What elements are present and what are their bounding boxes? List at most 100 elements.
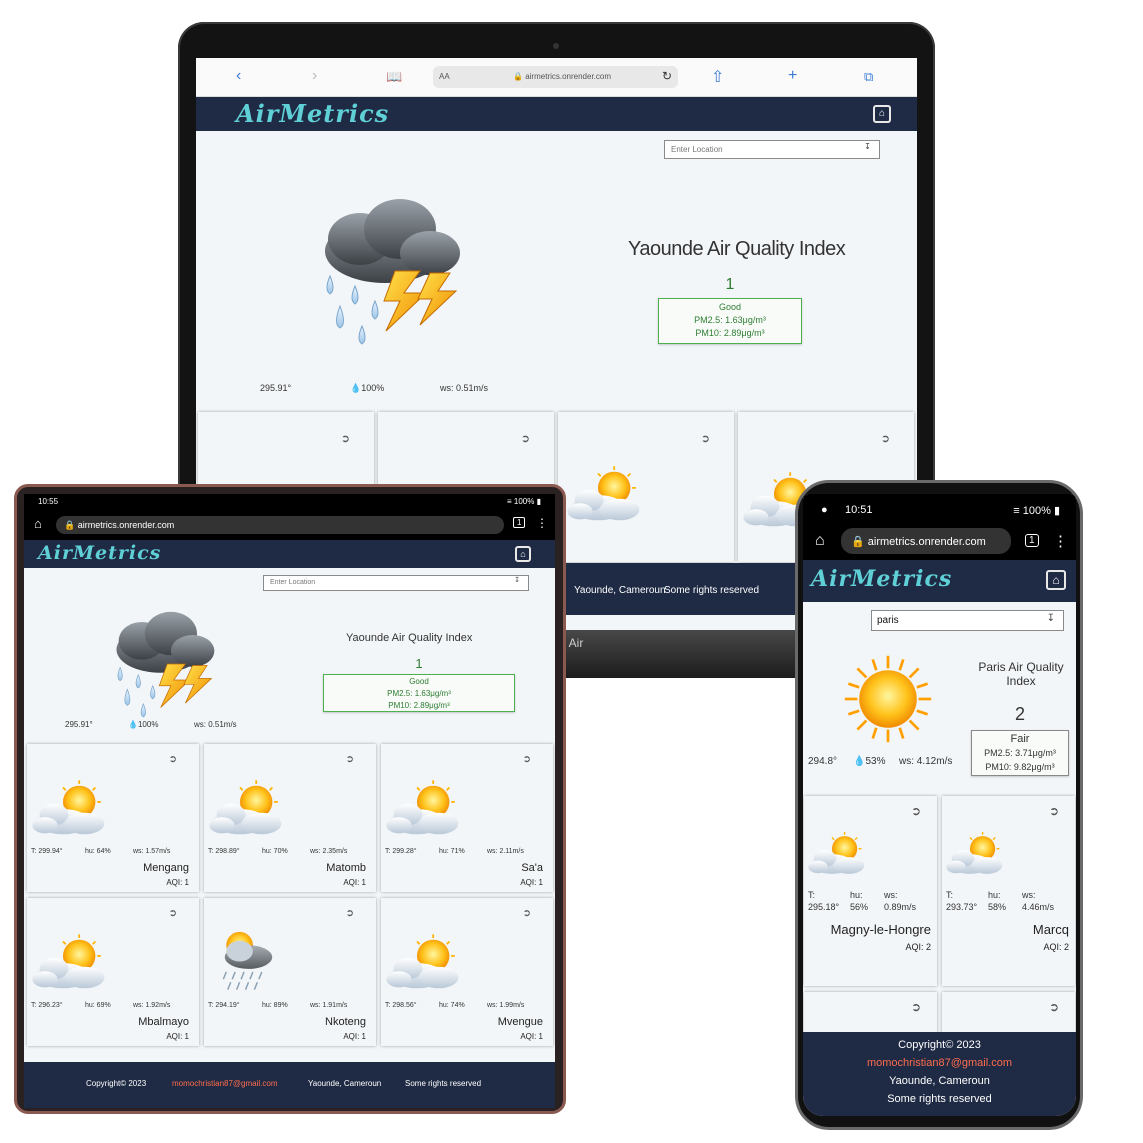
home-icon[interactable]: ⌂ [34, 516, 42, 531]
phone-url-field[interactable]: 🔒 airmetrics.onrender.com [841, 528, 1011, 554]
laptop-url-field[interactable]: AA 🔒 airmetrics.onrender.com ↻ [433, 66, 678, 88]
chevron-right-icon[interactable]: › [312, 67, 317, 85]
location-input[interactable]: Enter Location ↧ [664, 140, 880, 159]
chevron-left-icon[interactable]: ‹ [236, 67, 241, 85]
book-icon[interactable]: 📖 [386, 69, 402, 85]
city-card[interactable]: ➲ T: hu: ws: 295.18° 56% 0.89m/s Magny-l… [804, 796, 937, 986]
home-icon[interactable]: ⌂ [873, 105, 891, 123]
city-card[interactable]: ➲ T: 296.23° hu: 69% ws: 1.92m/s Mbalmay… [27, 898, 199, 1046]
card-aqi: AQI: 2 [905, 942, 931, 952]
phone-status-bar: ● 10:51 ≡ 100% ▮ [803, 494, 1076, 524]
laptop-navbar: AirMetrics ⌂ [196, 97, 917, 131]
partly-cloudy-icon [27, 932, 117, 996]
pm25-value: PM2.5: 3.71μg/m³ [984, 748, 1056, 758]
arrow-circle-icon[interactable]: ➲ [169, 754, 177, 765]
footer-location: Yaounde, Cameroun [308, 1079, 382, 1088]
home-icon[interactable]: ⌂ [815, 532, 825, 550]
tablet-url-field[interactable]: 🔒 airmetrics.onrender.com [56, 516, 504, 534]
arrow-circle-icon[interactable]: ➲ [346, 754, 354, 765]
card-temperature: T: 299.94° [31, 848, 63, 855]
status-battery: ≡ 100% ▮ [1013, 505, 1060, 517]
phone-browser-bar: ⌂ 🔒 airmetrics.onrender.com 1 ⋮ [803, 524, 1076, 560]
more-menu-icon[interactable]: ⋮ [1053, 532, 1068, 550]
location-dropdown-icon[interactable]: ↧ [1047, 613, 1055, 624]
partly-cloudy-icon [804, 830, 874, 880]
card-wind-speed: ws: 1.92m/s [133, 1002, 171, 1009]
city-card[interactable]: ➲ [558, 412, 734, 562]
aqi-label: Good [409, 677, 429, 686]
tablet-status-bar: 10:55 ≡ 100% ▮ [24, 494, 555, 510]
location-placeholder: Enter Location [270, 579, 316, 586]
arrow-circle-icon[interactable]: ➲ [341, 432, 350, 445]
card-temperature: T: 294.19° [208, 1002, 240, 1009]
city-card[interactable]: ➲ T: 299.94° hu: 64% ws: 1.57m/s Mengang… [27, 744, 199, 892]
arrow-circle-icon[interactable]: ➲ [169, 908, 177, 919]
footer-rights: Some rights reserved [405, 1079, 482, 1088]
location-input[interactable]: paris ↧ [871, 610, 1064, 631]
card-wind-speed: ws: 2.11m/s [487, 848, 524, 855]
more-menu-icon[interactable]: ⋮ [536, 516, 548, 530]
app-logo[interactable]: AirMetrics [38, 542, 161, 564]
url-text: 🔒 airmetrics.onrender.com [851, 536, 986, 548]
card-wind-speed: ws: 1.99m/s [487, 1002, 525, 1009]
tabs-icon[interactable]: ⧉ [864, 69, 873, 85]
share-icon[interactable]: ⇧ [711, 67, 724, 87]
footer-email-link[interactable]: momochristian87@gmail.com [172, 1079, 278, 1088]
plus-icon[interactable]: + [788, 67, 797, 85]
location-dropdown-icon[interactable]: ↧ [864, 142, 871, 151]
city-card[interactable]: ➲ T: 294.19° hu: 89% ws: 1.91m/s Nkoteng… [204, 898, 376, 1046]
wind-speed-value: ws: 0.51m/s [440, 383, 489, 393]
arrow-circle-icon[interactable]: ➲ [521, 432, 530, 445]
phone-screen: ● 10:51 ≡ 100% ▮ ⌂ 🔒 airmetrics.onrender… [803, 494, 1076, 1116]
droplet-icon: 💧 [853, 756, 866, 767]
arrow-circle-icon[interactable]: ➲ [523, 754, 531, 765]
partly-cloudy-icon [942, 830, 1012, 880]
arrow-circle-icon[interactable]: ➲ [1049, 804, 1059, 818]
tabs-count-button[interactable]: 1 [1025, 534, 1039, 547]
city-card[interactable]: ➲ T: 298.89° hu: 70% ws: 2.35m/s Matomb … [204, 744, 376, 892]
url-text: 🔒 airmetrics.onrender.com [64, 520, 175, 530]
card-aqi: AQI: 1 [166, 878, 189, 887]
app-logo[interactable]: AirMetrics [811, 566, 952, 592]
wind-speed-value: ws: 0.51m/s [194, 720, 237, 729]
arrow-circle-icon[interactable]: ➲ [1049, 1000, 1059, 1014]
tablet-screen: 10:55 ≡ 100% ▮ ⌂ 🔒 airmetrics.onrender.c… [24, 494, 555, 1108]
humidity-stat: 💧100% [350, 383, 385, 393]
card-wind-label: ws: [884, 890, 898, 900]
city-card[interactable]: ➲ T: 299.28° hu: 71% ws: 2.11m/s Sa'a AQ… [381, 744, 553, 892]
aqi-value: 1 [415, 656, 423, 671]
arrow-circle-icon[interactable]: ➲ [911, 804, 921, 818]
aqi-value: 1 [725, 276, 735, 293]
home-icon[interactable]: ⌂ [1046, 570, 1066, 590]
location-dropdown-icon[interactable]: ↧ [514, 576, 520, 584]
card-aqi: AQI: 1 [520, 1032, 543, 1041]
card-humidity-label: hu: [988, 890, 1001, 900]
aqi-label: Fair [1010, 733, 1030, 745]
footer-email-link[interactable]: momochristian87@gmail.com [803, 1054, 1076, 1072]
arrow-circle-icon[interactable]: ➲ [523, 908, 531, 919]
arrow-circle-icon[interactable]: ➲ [911, 1000, 921, 1014]
arrow-circle-icon[interactable]: ➲ [881, 432, 890, 445]
arrow-circle-icon[interactable]: ➲ [346, 908, 354, 919]
city-card[interactable]: ➲ T: hu: ws: 293.73° 58% 4.46m/s Marcq A… [942, 796, 1075, 986]
card-wind-speed: 4.46m/s [1022, 902, 1055, 912]
humidity-stat: 💧100% [128, 720, 159, 729]
footer-location: Yaounde, Cameroun [574, 585, 666, 596]
status-battery: ≡ 100% ▮ [507, 497, 541, 506]
home-icon[interactable]: ⌂ [515, 546, 531, 562]
location-input[interactable]: Enter Location ↧ [263, 575, 529, 591]
arrow-circle-icon[interactable]: ➲ [701, 432, 710, 445]
card-temperature: 295.18° [808, 902, 840, 912]
droplet-icon: 💧 [128, 720, 138, 729]
card-wind-label: ws: [1022, 890, 1036, 900]
card-wind-speed: ws: 1.91m/s [310, 1002, 348, 1009]
tabs-count-button[interactable]: 1 [513, 517, 526, 528]
card-aqi: AQI: 1 [520, 878, 543, 887]
partly-cloudy-icon [381, 932, 471, 996]
reload-icon[interactable]: ↻ [662, 69, 672, 83]
card-humidity: hu: 69% [85, 1002, 111, 1009]
app-logo[interactable]: AirMetrics [236, 99, 389, 128]
city-card[interactable]: ➲ T: 298.56° hu: 74% ws: 1.99m/s Mvengue… [381, 898, 553, 1046]
card-aqi: AQI: 1 [343, 1032, 366, 1041]
reader-aa-button[interactable]: AA [439, 72, 450, 81]
